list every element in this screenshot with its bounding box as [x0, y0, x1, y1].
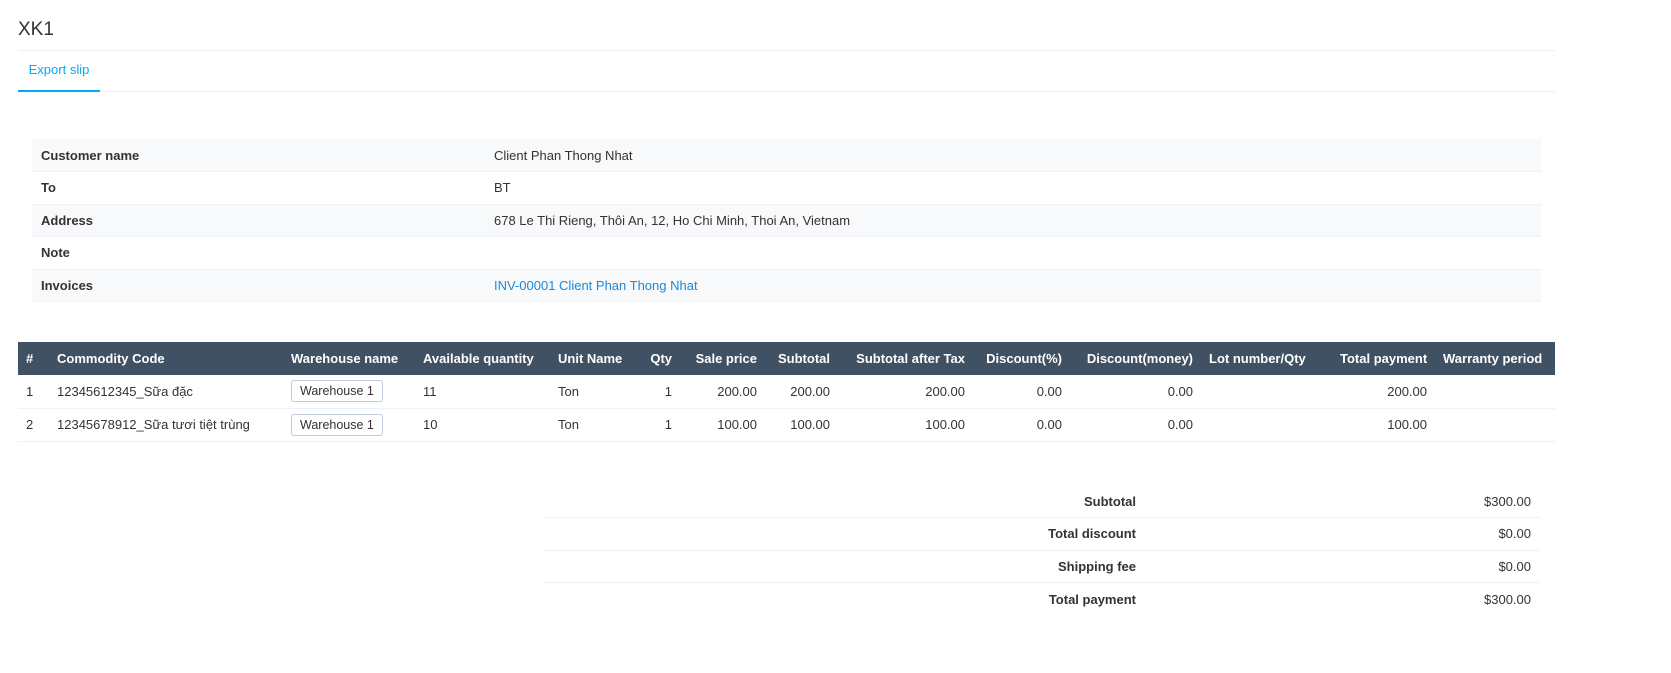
info-row: Customer name Client Phan Thong Nhat — [32, 139, 1541, 172]
column-header: Sale price — [680, 342, 765, 375]
summary-label: Total discount — [544, 517, 1145, 551]
column-header: Total payment — [1332, 342, 1435, 375]
table-cell: 200.00 — [680, 375, 765, 409]
table-cell: Warehouse 1 — [283, 375, 415, 409]
table-cell: Ton — [550, 408, 620, 442]
table-cell: 0.00 — [973, 375, 1070, 409]
table-cell: 1 — [620, 375, 680, 409]
table-cell: 100.00 — [838, 408, 973, 442]
table-cell: 200.00 — [1332, 375, 1435, 409]
summary-value: $300.00 — [1145, 485, 1540, 518]
column-header: # — [18, 342, 49, 375]
summary-value: $300.00 — [1484, 591, 1531, 607]
table-cell: 100.00 — [765, 408, 838, 442]
tab-bar: Export slip — [18, 51, 1555, 92]
info-value — [485, 236, 1541, 270]
table-cell: 10 — [415, 408, 550, 442]
table-cell: 200.00 — [838, 375, 973, 409]
table-cell — [1435, 375, 1555, 409]
column-header: Warranty period — [1435, 342, 1555, 375]
column-header: Warehouse name — [283, 342, 415, 375]
info-table: Customer name Client Phan Thong Nhat To BT A… — [32, 139, 1541, 302]
info-value: BT — [485, 171, 1541, 205]
column-header: Subtotal after Tax — [838, 342, 973, 375]
table-cell: Warehouse 1 — [283, 408, 415, 442]
summary-row: Subtotal $300.00 — [544, 485, 1540, 518]
table-cell: 11 — [415, 375, 550, 409]
table-cell: 0.00 — [1070, 408, 1201, 442]
table-cell: Ton — [550, 375, 620, 409]
tab-export-slip[interactable]: Export slip — [18, 51, 100, 92]
info-value: Client Phan Thong Nhat — [485, 139, 1541, 172]
summary-label: Subtotal — [544, 485, 1145, 518]
column-header: Subtotal — [765, 342, 838, 375]
items-table: # Commodity Code Warehouse name Available q… — [18, 342, 1555, 442]
summary-row: Shipping fee $0.00 — [544, 550, 1540, 583]
info-row: Invoices INV-00001 Client Phan Thong Nhat — [32, 269, 1541, 302]
table-cell: 100.00 — [1332, 408, 1435, 442]
info-row: Note — [32, 236, 1541, 270]
info-label: Customer name — [32, 139, 485, 172]
table-row: 1 12345612345_Sữa đặc Warehouse 1 11 Ton 1 200… — [18, 375, 1555, 409]
table-cell: 2 — [18, 408, 49, 442]
info-label: To — [32, 171, 485, 205]
summary-row: Total payment $300.00 — [544, 583, 1540, 616]
table-cell: 0.00 — [973, 408, 1070, 442]
invoice-link[interactable]: INV-00001 Client Phan Thong Nhat — [494, 278, 698, 293]
table-row: 2 12345678912_Sữa tươi tiệt trùng Warehous… — [18, 408, 1555, 442]
table-cell — [1201, 375, 1332, 409]
column-header: Discount(money) — [1070, 342, 1201, 375]
summary-table: Subtotal $300.00 Total discount $0.00 Shippi… — [544, 485, 1540, 615]
page-title: XK1 — [18, 19, 54, 40]
info-value: INV-00001 Client Phan Thong Nhat — [485, 269, 1541, 302]
warehouse-select[interactable]: Warehouse 1 — [291, 413, 383, 436]
info-label: Note — [32, 236, 485, 270]
info-value: 678 Le Thi Rieng, Thôi An, 12, Ho Chi Mi… — [485, 204, 1541, 237]
info-label: Invoices — [32, 269, 485, 302]
summary-value: $0.00 — [1145, 517, 1540, 551]
summary-label: Shipping fee — [544, 550, 1145, 583]
column-header: Unit Name — [550, 342, 622, 375]
info-row: To BT — [32, 171, 1541, 205]
table-cell: 200.00 — [765, 375, 838, 409]
info-label: Address — [32, 204, 485, 237]
table-cell: 100.00 — [680, 408, 765, 442]
info-row: Address 678 Le Thi Rieng, Thôi An, 12, Ho… — [32, 204, 1541, 237]
table-cell: 0.00 — [1070, 375, 1201, 409]
column-header: Discount(%) — [973, 342, 1070, 375]
column-header: Lot number/Qty — [1201, 342, 1332, 375]
summary-label: Total payment — [1048, 591, 1136, 607]
column-header: Commodity Code — [49, 342, 283, 375]
table-cell — [1201, 408, 1332, 442]
warehouse-select[interactable]: Warehouse 1 — [291, 380, 383, 403]
summary-value: $0.00 — [1145, 550, 1540, 583]
column-header: Qty — [620, 342, 680, 375]
table-cell: 1 — [18, 375, 49, 409]
summary-row: Total discount $0.00 — [544, 517, 1540, 551]
table-cell — [1435, 408, 1555, 442]
table-cell: 1 — [620, 408, 680, 442]
table-cell: 12345612345_Sữa đặc — [49, 375, 283, 409]
column-header: Available quantity — [415, 342, 550, 375]
table-cell: 12345678912_Sữa tươi tiệt trùng — [49, 408, 283, 442]
